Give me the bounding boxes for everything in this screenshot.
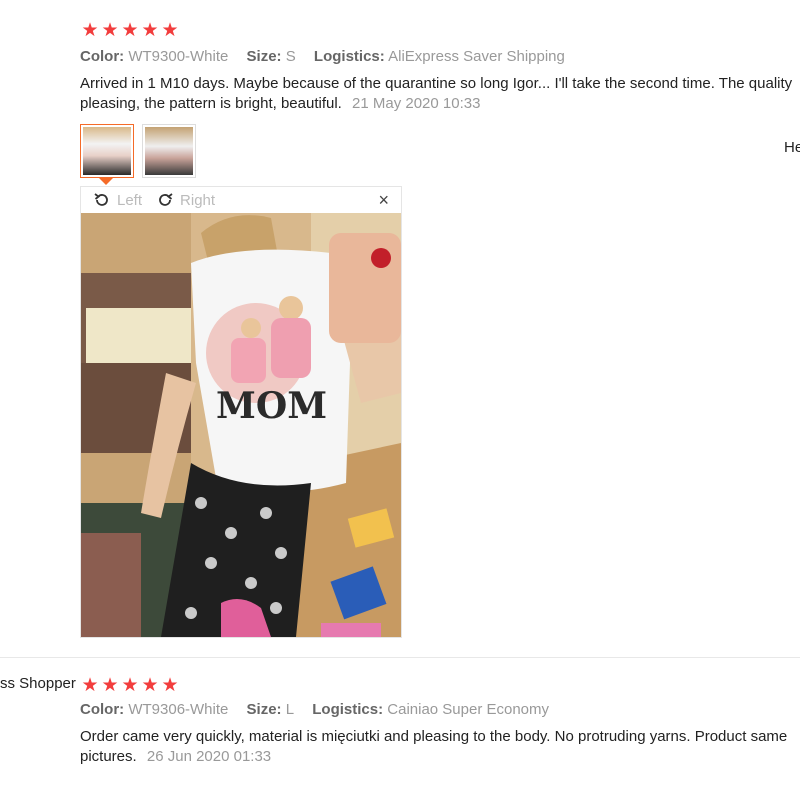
review-text-line-end: pictures.	[80, 748, 137, 765]
thumbnail-2[interactable]	[142, 124, 196, 178]
close-icon[interactable]: ×	[378, 190, 389, 211]
review-date: 21 May 2020 10:33	[352, 95, 481, 112]
review-meta: Color: WT9300-White Size: S Logistics: A…	[80, 48, 579, 65]
reviewer-name: ss Shopper	[0, 675, 76, 692]
logistics-value: AliExpress Saver Shipping	[388, 48, 565, 65]
logistics-label: Logistics:	[312, 701, 384, 718]
review-text-line: Arrived in 1 M10 days. Maybe because of …	[80, 75, 793, 92]
size-value: L	[285, 701, 295, 718]
logistics-label: Logistics:	[313, 48, 385, 65]
review-meta: Color: WT9306-White Size: L Logistics: C…	[80, 701, 563, 718]
logistics-value: Cainiao Super Economy	[387, 701, 550, 718]
star-icon: ★	[121, 20, 139, 41]
viewer-toolbar: Left Right ×	[81, 187, 401, 213]
star-icon: ★	[161, 675, 179, 696]
review-text-line: pleasing, the pattern is bright, beautif…	[80, 94, 792, 114]
star-icon: ★	[161, 20, 179, 41]
review-photo: MOM	[81, 213, 401, 637]
image-viewer: Left Right × MOM	[80, 186, 402, 638]
rotate-left-button[interactable]: Left	[93, 191, 142, 209]
color-value: WT9300-White	[128, 48, 229, 65]
color-label: Color:	[80, 701, 125, 718]
rating-stars: ★ ★ ★ ★ ★	[81, 676, 179, 695]
star-icon: ★	[141, 675, 159, 696]
review-text-line: pictures. 26 Jun 2020 01:33	[80, 747, 787, 767]
review-text-line: Order came very quickly, material is mię…	[80, 728, 788, 745]
review-date: 26 Jun 2020 01:33	[146, 748, 272, 765]
review-body: Order came very quickly, material is mię…	[80, 727, 787, 767]
star-icon: ★	[141, 20, 159, 41]
star-icon: ★	[81, 675, 99, 696]
color-value: WT9306-White	[128, 701, 229, 718]
star-icon: ★	[101, 20, 119, 41]
helpful-label[interactable]: He	[784, 139, 800, 156]
rotate-right-button[interactable]: Right	[156, 191, 215, 209]
size-label: Size:	[246, 48, 282, 65]
review-body: Arrived in 1 M10 days. Maybe because of …	[80, 74, 792, 114]
star-icon: ★	[81, 20, 99, 41]
star-icon: ★	[121, 675, 139, 696]
rating-stars: ★ ★ ★ ★ ★	[81, 21, 179, 40]
review-text-line-end: pleasing, the pattern is bright, beautif…	[80, 95, 342, 112]
size-value: S	[285, 48, 296, 65]
rotate-right-label: Right	[180, 191, 216, 209]
color-label: Color:	[80, 48, 125, 65]
review-thumbnails	[80, 124, 196, 185]
rotate-left-label: Left	[117, 191, 143, 209]
active-caret	[98, 177, 114, 185]
star-icon: ★	[101, 675, 119, 696]
review-photo-image: MOM	[81, 213, 401, 637]
shirt-print-text: MOM	[216, 385, 327, 427]
rotate-right-icon	[159, 193, 173, 206]
thumbnail-1[interactable]	[80, 124, 134, 185]
review-divider	[0, 657, 800, 658]
size-label: Size:	[246, 701, 282, 718]
rotate-left-icon	[94, 193, 108, 206]
